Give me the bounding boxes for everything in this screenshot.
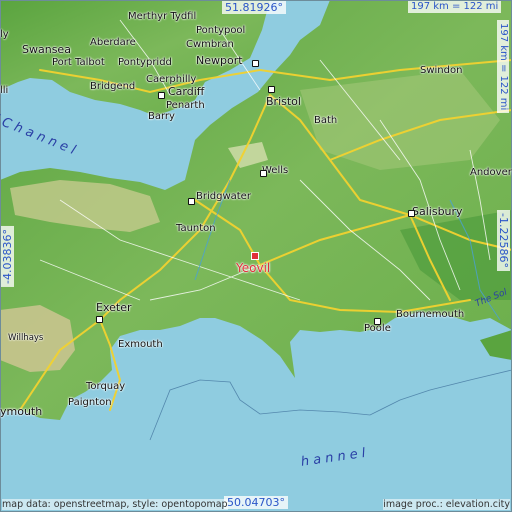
label-swindon: Swindon (420, 65, 463, 76)
label-cardiff: Cardiff (168, 85, 205, 98)
label-newport: Newport (196, 54, 243, 67)
label-aberdare: Aberdare (90, 37, 136, 48)
label-merthyr-tydfil: Merthyr Tydfil (128, 11, 197, 22)
town-dot-exeter (96, 316, 103, 323)
lon-right-label: -1.22586° (497, 210, 510, 271)
town-dot-wells (260, 170, 267, 177)
label-torquay: Torquay (86, 381, 126, 392)
label-bristol: Bristol (266, 95, 301, 108)
label-plymouth: ymouth (0, 405, 43, 418)
map-credit: map data: openstreetmap, style: opentopo… (2, 499, 228, 510)
town-dot-newport (252, 60, 259, 67)
label-pontypridd: Pontypridd (118, 57, 172, 68)
town-dot-poole (374, 318, 381, 325)
lat-top-label: 51.81926° (222, 1, 286, 14)
town-dot-salisbury (408, 210, 415, 217)
label-exmouth: Exmouth (118, 339, 163, 350)
label-left-edge-2: lli (0, 85, 9, 96)
label-willhays: Willhays (8, 333, 44, 343)
label-swansea: Swansea (22, 43, 71, 56)
town-dot-bristol (268, 86, 275, 93)
town-dot-bridgwater (188, 198, 195, 205)
label-yeovil: Yeovil (236, 261, 271, 275)
scale-right-label: 197 km = 122 mi (497, 20, 509, 114)
label-bridgend: Bridgend (90, 81, 136, 92)
town-dot-cardiff (158, 92, 165, 99)
label-salisbury: Salisbury (412, 205, 463, 218)
label-penarth: Penarth (166, 100, 205, 111)
scale-top-label: 197 km = 122 mi (408, 1, 502, 13)
label-bath: Bath (314, 115, 338, 126)
label-taunton: Taunton (176, 223, 216, 234)
label-bournemouth: Bournemouth (396, 309, 465, 320)
label-port-talbot: Port Talbot (52, 57, 105, 68)
label-andover: Andover (470, 167, 512, 178)
processing-credit: image proc.: elevation.city (383, 499, 510, 510)
label-left-edge-1: ly (0, 29, 9, 40)
lon-left-label: -4.03836° (1, 226, 14, 287)
label-paignton: Paignton (68, 397, 112, 408)
label-caerphilly: Caerphilly (146, 74, 197, 85)
lat-bottom-label: 50.04703° (224, 496, 288, 509)
label-barry: Barry (148, 111, 175, 122)
label-cwmbran: Cwmbran (186, 39, 234, 50)
location-marker (251, 252, 259, 260)
map-view[interactable]: l C h a n n e l h a n n e l The Sol Mert… (0, 0, 512, 512)
label-pontypool: Pontypool (196, 25, 246, 36)
label-bridgwater: Bridgwater (196, 191, 251, 202)
label-exeter: Exeter (96, 301, 132, 314)
label-poole: Poole (364, 323, 391, 334)
